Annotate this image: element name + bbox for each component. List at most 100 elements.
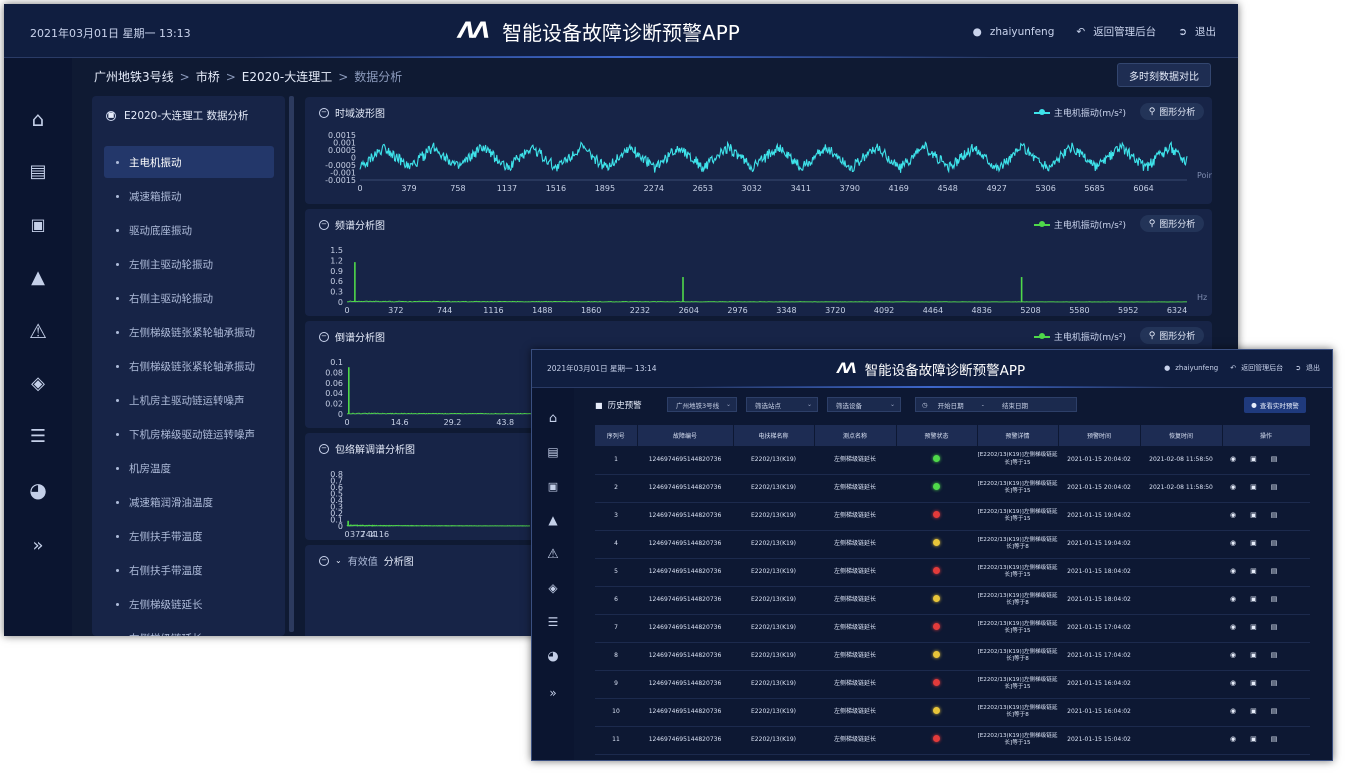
line-select[interactable]: 广州地铁3号线 ⌄ — [667, 397, 737, 412]
list-icon[interactable]: ☰ — [548, 605, 559, 639]
alarm-light-icon[interactable]: ▲ — [31, 251, 45, 304]
edit-icon[interactable]: ▤ — [1271, 707, 1278, 716]
edit-icon[interactable]: ▤ — [1271, 679, 1278, 688]
chevron-down-icon[interactable]: ⌄ — [335, 556, 342, 565]
edit-icon[interactable]: ▤ — [1271, 651, 1278, 660]
rms-dropdown[interactable]: 有效值 — [348, 553, 378, 568]
table-row[interactable]: 7 1246974695144820736 E2202/13(K19) 左侧梯级链延长… — [595, 614, 1310, 643]
warning-icon[interactable]: ⚠ — [29, 304, 47, 357]
edit-icon[interactable]: ▤ — [1271, 483, 1278, 492]
edit-icon[interactable]: ▤ — [1271, 623, 1278, 632]
eye-icon[interactable]: ◉ — [1230, 651, 1236, 660]
alarm-light-icon[interactable]: ▲ — [548, 503, 557, 537]
point-item[interactable]: 主电机振动 — [104, 146, 274, 178]
check-icon[interactable]: ▣ — [1250, 679, 1257, 688]
back-admin-link[interactable]: 返回管理后台 — [1241, 363, 1283, 373]
check-icon[interactable]: ▣ — [1250, 735, 1257, 744]
table-row[interactable]: 4 1246974695144820736 E2202/13(K19) 左侧梯级链延长… — [595, 530, 1310, 559]
pie-chart-icon[interactable]: ◕ — [547, 639, 558, 673]
warning-icon[interactable]: ⚠ — [547, 537, 559, 571]
scrollbar[interactable] — [289, 96, 294, 632]
edit-icon[interactable]: ▤ — [1271, 735, 1278, 744]
check-icon[interactable]: ▣ — [1250, 455, 1257, 464]
realtime-alert-button[interactable]: ● 查看实时预警 — [1244, 397, 1306, 413]
logout-icon[interactable]: ➲ — [1295, 364, 1301, 372]
eye-icon[interactable]: ◉ — [1230, 623, 1236, 632]
username[interactable]: zhaiyunfeng — [990, 26, 1055, 38]
check-icon[interactable]: ▣ — [1250, 567, 1257, 576]
point-item[interactable]: 右侧主驱动轮振动 — [104, 282, 274, 314]
end-date-input[interactable]: 结束日期 — [1002, 400, 1028, 410]
back-icon[interactable]: ↶ — [1230, 364, 1236, 372]
point-item[interactable]: 右侧梯级链延长 — [104, 622, 274, 637]
point-item[interactable]: 右侧梯级链张紧轮轴承振动 — [104, 350, 274, 382]
edit-icon[interactable]: ▤ — [1271, 567, 1278, 576]
point-item[interactable]: 机房温度 — [104, 452, 274, 484]
table-row[interactable]: 5 1246974695144820736 E2202/13(K19) 左侧梯级链延长… — [595, 558, 1310, 587]
check-icon[interactable]: ▣ — [1250, 595, 1257, 604]
eye-icon[interactable]: ◉ — [1230, 511, 1236, 520]
eye-icon[interactable]: ◉ — [1230, 455, 1236, 464]
point-item[interactable]: 驱动底座振动 — [104, 214, 274, 246]
table-row[interactable]: 2 1246974695144820736 E2202/13(K19) 左侧梯级链延长… — [595, 474, 1310, 503]
table-row[interactable]: 8 1246974695144820736 E2202/13(K19) 左侧梯级链延长… — [595, 642, 1310, 671]
expand-icon[interactable]: » — [549, 673, 556, 713]
point-item[interactable]: 下机房梯级驱动链运转噪声 — [104, 418, 274, 450]
logout-link[interactable]: 退出 — [1306, 363, 1320, 373]
start-date-input[interactable]: 开始日期 — [938, 400, 964, 410]
table-row[interactable]: 1 1246974695144820736 E2202/13(K19) 左侧梯级链延长… — [595, 446, 1310, 475]
eye-icon[interactable]: ◉ — [1230, 735, 1236, 744]
home-icon[interactable]: ⌂ — [32, 92, 45, 145]
station-select[interactable]: 筛选站点 ⌄ — [746, 397, 818, 412]
check-icon[interactable]: ▣ — [1250, 539, 1257, 548]
point-item[interactable]: 减速箱振动 — [104, 180, 274, 212]
drop-icon[interactable]: ◈ — [548, 571, 557, 605]
table-row[interactable]: 6 1246974695144820736 E2202/13(K19) 左侧梯级链延长… — [595, 586, 1310, 615]
edit-icon[interactable]: ▤ — [1271, 539, 1278, 548]
check-icon[interactable]: ▣ — [1250, 651, 1257, 660]
check-icon[interactable]: ▣ — [1250, 511, 1257, 520]
eye-icon[interactable]: ◉ — [1230, 567, 1236, 576]
point-item[interactable]: 左侧扶手带温度 — [104, 520, 274, 552]
logout-icon[interactable]: ➲ — [1178, 26, 1187, 38]
eye-icon[interactable]: ◉ — [1230, 539, 1236, 548]
check-icon[interactable]: ▣ — [1250, 483, 1257, 492]
home-icon[interactable]: ⌂ — [549, 401, 557, 435]
train-icon[interactable]: ▤ — [547, 435, 558, 469]
username[interactable]: zhaiyunfeng — [1175, 364, 1218, 372]
check-icon[interactable]: ▣ — [1250, 623, 1257, 632]
breadcrumb-item[interactable]: 市桥 — [196, 70, 220, 84]
device-select[interactable]: 筛选设备 ⌄ — [827, 397, 901, 412]
expand-icon[interactable]: » — [32, 516, 43, 574]
drop-icon[interactable]: ◈ — [31, 357, 45, 410]
edit-icon[interactable]: ▤ — [1271, 595, 1278, 604]
table-row[interactable]: 10 1246974695144820736 E2202/13(K19) 左侧梯级链延… — [595, 698, 1310, 727]
table-row[interactable]: 11 1246974695144820736 E2202/13(K19) 左侧梯级链延… — [595, 726, 1310, 755]
point-item[interactable]: 左侧梯级链张紧轮轴承振动 — [104, 316, 274, 348]
table-row[interactable]: 9 1246974695144820736 E2202/13(K19) 左侧梯级链延长… — [595, 670, 1310, 699]
edit-icon[interactable]: ▤ — [1271, 511, 1278, 520]
eye-icon[interactable]: ◉ — [1230, 595, 1236, 604]
collapse-icon[interactable]: − — [319, 555, 329, 566]
breadcrumb-item[interactable]: 广州地铁3号线 — [94, 70, 174, 84]
table-row[interactable]: 3 1246974695144820736 E2202/13(K19) 左侧梯级链延长… — [595, 502, 1310, 531]
point-item[interactable]: 减速箱润滑油温度 — [104, 486, 274, 518]
pie-chart-icon[interactable]: ◕ — [29, 463, 46, 516]
point-item[interactable]: 左侧主驱动轮振动 — [104, 248, 274, 280]
eye-icon[interactable]: ◉ — [1230, 483, 1236, 492]
edit-icon[interactable]: ▤ — [1271, 455, 1278, 464]
eye-icon[interactable]: ◉ — [1230, 707, 1236, 716]
point-item[interactable]: 左侧梯级链延长 — [104, 588, 274, 620]
eye-icon[interactable]: ◉ — [1230, 679, 1236, 688]
list-icon[interactable]: ☰ — [30, 410, 46, 463]
back-admin-link[interactable]: 返回管理后台 — [1093, 24, 1156, 39]
router-icon[interactable]: ▣ — [548, 469, 558, 503]
back-icon[interactable]: ↶ — [1076, 26, 1085, 38]
logout-link[interactable]: 退出 — [1195, 24, 1216, 39]
check-icon[interactable]: ▣ — [1250, 707, 1257, 716]
date-range-picker[interactable]: ◷ 开始日期 - 结束日期 — [915, 397, 1077, 412]
breadcrumb-item[interactable]: E2020-大连理工 — [242, 70, 332, 84]
multi-compare-button[interactable]: 多时刻数据对比 — [1117, 63, 1211, 87]
point-item[interactable]: 右侧扶手带温度 — [104, 554, 274, 586]
router-icon[interactable]: ▣ — [30, 198, 45, 251]
